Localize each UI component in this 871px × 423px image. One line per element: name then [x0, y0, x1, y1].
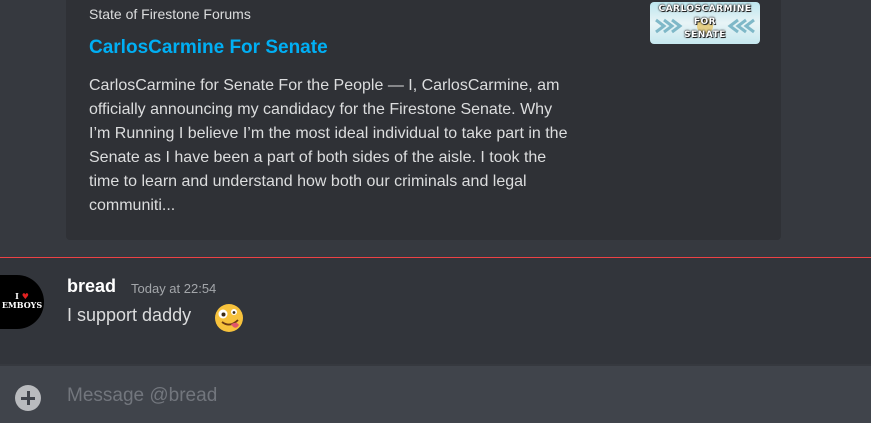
avatar-text-line: EMBOYS [1, 300, 43, 310]
add-attachment-button[interactable] [15, 385, 41, 411]
message-timestamp: Today at 22:54 [131, 281, 217, 296]
embed-description-line: communiti... [89, 197, 176, 214]
embed-thumbnail[interactable]: CARLOSCARMINE FOR SENATE [650, 2, 760, 44]
avatar-text: I ♥ EMBOYS [0, 292, 44, 310]
message-author[interactable]: bread [67, 276, 116, 297]
thumbnail-text: CARLOSCARMINE [658, 4, 752, 14]
embed-description-line: officially announcing my candidacy for t… [89, 101, 553, 118]
embed-provider: State of Firestone Forums [89, 6, 251, 22]
thumbnail-text: SENATE [684, 30, 726, 40]
message-input[interactable] [67, 381, 847, 411]
link-embed: State of Firestone Forums CarlosCarmine … [66, 0, 781, 240]
embed-description-line: I’m Running I believe I’m the most ideal… [89, 125, 568, 142]
thumbnail-text: FOR [693, 17, 717, 27]
embed-description-line: Senate as I have been a part of both sid… [89, 149, 547, 166]
embed-description-line: time to learn and understand how both ou… [89, 173, 527, 190]
message-content: I support daddy [67, 305, 192, 325]
embed-description-line: CarlosCarmine for Senate For the People … [89, 77, 560, 94]
embed-title-link[interactable]: CarlosCarmine For Senate [89, 37, 328, 59]
zany-face-emoji[interactable] [214, 303, 244, 333]
embed-description: CarlosCarmine for Senate For the People … [89, 74, 639, 218]
